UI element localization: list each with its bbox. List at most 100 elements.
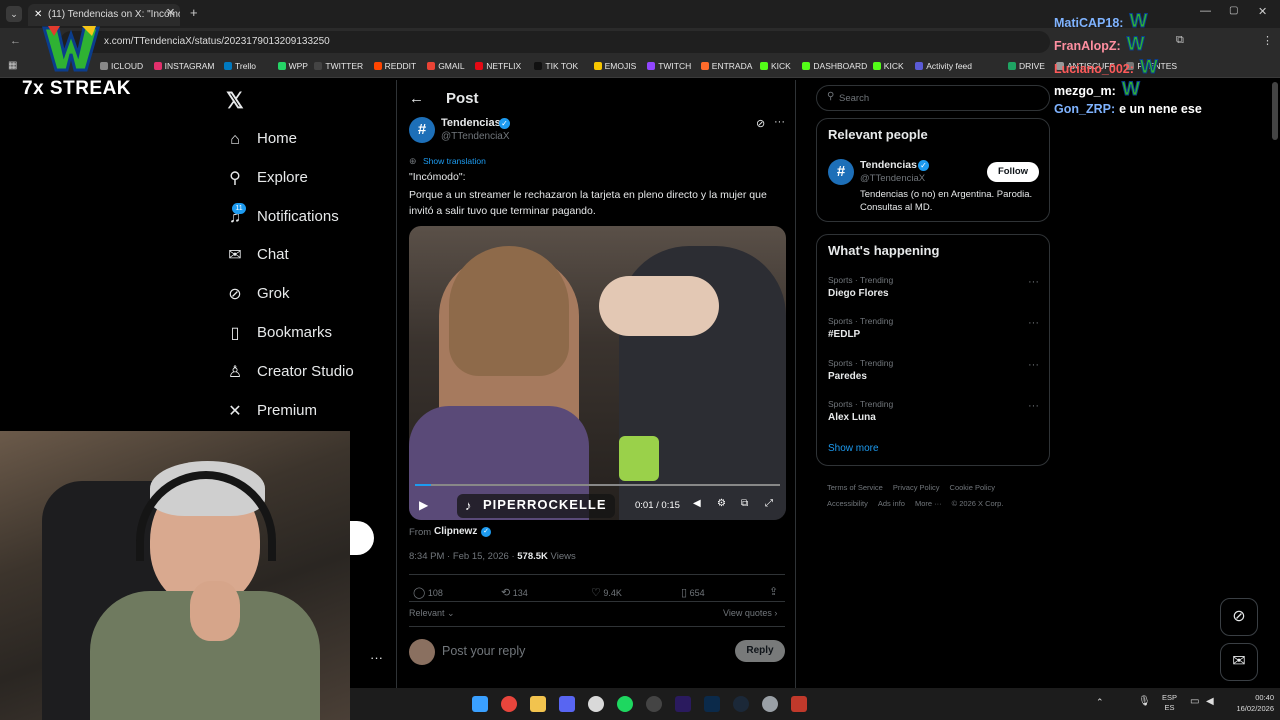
trend-name[interactable]: Alex Luna [828, 412, 876, 423]
from-author[interactable]: Clipnewz [434, 526, 477, 537]
bookmark-action[interactable]: ▯ 654 [681, 586, 705, 599]
person-name[interactable]: Tendencias [860, 159, 917, 171]
back-icon[interactable]: ← [10, 35, 21, 47]
search-box[interactable]: ⚲ Search [816, 85, 1050, 111]
footer-link[interactable]: Ads info [878, 499, 905, 508]
discord-icon[interactable] [559, 696, 575, 712]
nav-item-creator-studio[interactable]: Creator Studio [257, 363, 354, 380]
messages-float-button[interactable]: ✉ [1220, 643, 1258, 681]
trend-more-icon[interactable]: ··· [1028, 317, 1039, 329]
relevant-sort[interactable]: Relevant ⌄ [409, 608, 455, 619]
bookmark-item[interactable]: KICK [872, 61, 904, 71]
premiere-icon[interactable] [675, 696, 691, 712]
photoshop-icon[interactable] [704, 696, 720, 712]
extensions-icon[interactable]: ⧉ [1176, 34, 1184, 47]
maximize-icon[interactable]: ▢ [1229, 5, 1238, 16]
streamer-app-icon[interactable] [791, 696, 807, 712]
bookmark-item[interactable]: INSTAGRAM [153, 61, 215, 71]
chrome-icon[interactable] [501, 696, 517, 712]
bookmark-item[interactable]: Activity feed [915, 61, 972, 71]
network-icon[interactable]: ▭ [1190, 696, 1199, 707]
close-tab-icon[interactable]: ✕ [166, 6, 175, 19]
nav-item-grok[interactable]: Grok [257, 285, 290, 302]
footer-link[interactable]: More ··· [915, 499, 942, 508]
repost-action[interactable]: ⟲ 134 [501, 586, 528, 599]
reply-action[interactable]: ◯ 108 [413, 586, 443, 599]
show-translation-link[interactable]: Show translation [423, 156, 486, 166]
bookmark-item[interactable]: KICK [760, 61, 791, 71]
bookmark-item[interactable]: ICLOUD [100, 61, 143, 71]
follow-button[interactable]: Follow [987, 162, 1039, 182]
view-quotes-link[interactable]: View quotes › [723, 608, 777, 618]
fullscreen-icon[interactable]: ⤢ [765, 498, 773, 509]
bookmark-item[interactable]: REDDIT [373, 61, 416, 71]
language-indicator[interactable]: ESP ES [1162, 693, 1177, 713]
footer-link[interactable]: Privacy Policy [893, 483, 940, 492]
more-options-icon[interactable]: ··· [370, 650, 383, 665]
bookmark-item[interactable]: TIK TOK [534, 61, 578, 71]
video-player[interactable]: ▶ ♪ PIPERROCKELLE 0:01 / 0:15 ◀ ⚙ ⧉ ⤢ [409, 226, 786, 520]
share-icon[interactable]: ⇪ [769, 585, 778, 598]
reply-button[interactable]: Reply [735, 640, 785, 662]
tab-list-icon[interactable]: ⌄ [6, 6, 22, 22]
spotify-icon[interactable] [617, 696, 633, 712]
nav-item-premium[interactable]: Premium [257, 402, 317, 419]
volume-tray-icon[interactable]: ◀ [1206, 696, 1214, 707]
author-handle[interactable]: @TTendenciaX [441, 131, 510, 142]
footer-link[interactable]: Terms of Service [827, 483, 883, 492]
nav-item-chat[interactable]: Chat [257, 246, 289, 263]
nav-item-home[interactable]: Home [257, 130, 297, 147]
nav-item-explore[interactable]: Explore [257, 169, 308, 186]
bookmark-item[interactable]: EMOJIS [593, 61, 636, 71]
obs-icon[interactable] [646, 696, 662, 712]
refresh-app-icon[interactable] [762, 696, 778, 712]
clock[interactable]: 00:40 16/02/2026 [1224, 692, 1274, 714]
post-button[interactable] [350, 521, 374, 555]
browser-tab[interactable]: ✕ (11) Tendencias on X: "Incómo [28, 4, 180, 26]
minimize-icon[interactable]: — [1200, 5, 1211, 17]
settings-icon[interactable]: ⚙ [717, 498, 726, 509]
footer-link[interactable]: © 2026 X Corp. [952, 499, 1004, 508]
pip-icon[interactable]: ⧉ [741, 498, 748, 509]
person-avatar[interactable]: # [828, 159, 854, 185]
windows-start-icon[interactable] [472, 696, 488, 712]
apps-grid-icon[interactable]: ▦ [8, 60, 17, 71]
bookmark-item[interactable]: NETFLIX [475, 61, 521, 71]
menu-icon[interactable]: ⋮ [1262, 34, 1273, 47]
bookmark-item[interactable]: Trello [224, 61, 256, 71]
nav-item-bookmarks[interactable]: Bookmarks [257, 324, 332, 341]
post-more-icon[interactable]: ··· [774, 116, 785, 128]
trend-more-icon[interactable]: ··· [1028, 359, 1039, 371]
bookmark-item[interactable]: WPP [277, 61, 308, 71]
bookmark-item[interactable]: TWITCH [647, 61, 691, 71]
bookmark-item[interactable]: ENTRADA [700, 61, 752, 71]
bookmark-item[interactable]: TWITTER [314, 61, 363, 71]
app-icon[interactable] [588, 696, 604, 712]
nav-item-notifications[interactable]: Notifications [257, 208, 339, 225]
bookmark-item[interactable]: DRIVE [1008, 61, 1045, 71]
show-more-link[interactable]: Show more [828, 443, 879, 454]
trend-name[interactable]: Diego Flores [828, 288, 889, 299]
mic-icon[interactable]: 🎙 [1138, 696, 1151, 707]
footer-link[interactable]: Cookie Policy [950, 483, 995, 492]
close-window-icon[interactable]: ✕ [1258, 5, 1267, 18]
grok-float-button[interactable]: ⊘ [1220, 598, 1258, 636]
trend-name[interactable]: Paredes [828, 371, 867, 382]
bookmark-item[interactable]: DASHBOARD [802, 61, 867, 71]
back-arrow-icon[interactable]: ← [409, 90, 424, 107]
reply-input[interactable]: Post your reply [442, 644, 525, 658]
trend-more-icon[interactable]: ··· [1028, 276, 1039, 288]
x-logo-icon[interactable]: 𝕏 [226, 88, 244, 114]
trend-name[interactable]: #EDLP [828, 329, 860, 340]
play-icon[interactable]: ▶ [419, 498, 428, 512]
volume-icon[interactable]: ◀ [693, 498, 701, 509]
trend-more-icon[interactable]: ··· [1028, 400, 1039, 412]
footer-link[interactable]: Accessibility [827, 499, 868, 508]
new-tab-icon[interactable]: + [190, 5, 198, 20]
folder-icon[interactable] [530, 696, 546, 712]
grok-icon[interactable]: ⊘ [756, 117, 765, 130]
progress-track[interactable] [415, 484, 780, 486]
author-avatar[interactable]: # [409, 117, 435, 143]
author-name[interactable]: Tendencias [441, 117, 501, 129]
like-action[interactable]: ♡ 9.4K [591, 586, 622, 599]
